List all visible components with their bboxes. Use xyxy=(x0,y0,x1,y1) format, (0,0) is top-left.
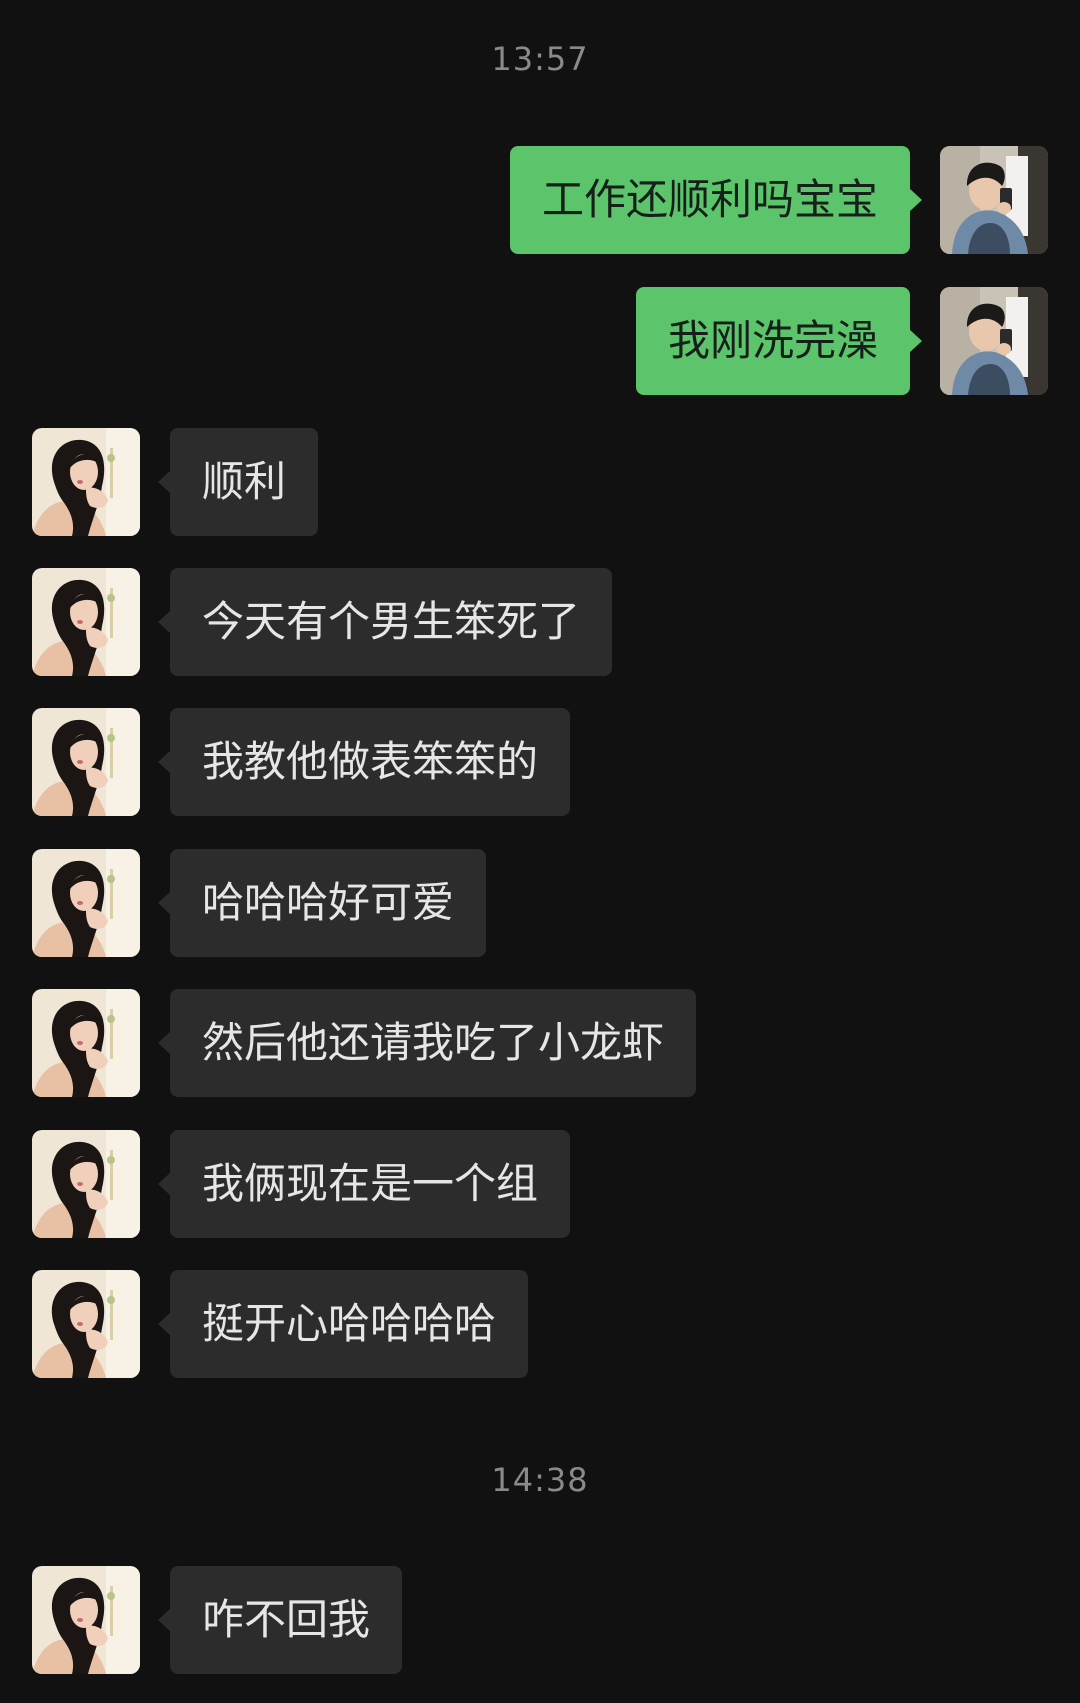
their-avatar-icon[interactable] xyxy=(32,989,140,1097)
message-bubble-incoming[interactable]: 我俩现在是一个组 xyxy=(170,1130,571,1238)
their-avatar-icon[interactable] xyxy=(32,1130,140,1238)
message-row-outgoing: 工作还顺利吗宝宝 xyxy=(0,146,1080,254)
their-avatar-icon[interactable] xyxy=(32,849,140,957)
their-avatar-icon[interactable] xyxy=(32,568,140,676)
message-bubble-incoming[interactable]: 哈哈哈好可爱 xyxy=(170,849,487,957)
message-bubble-incoming[interactable]: 然后他还请我吃了小龙虾 xyxy=(170,989,697,1097)
message-row-incoming: 我教他做表笨笨的 xyxy=(0,708,1080,816)
message-bubble-incoming[interactable]: 挺开心哈哈哈哈 xyxy=(170,1270,529,1378)
message-bubble-outgoing[interactable]: 工作还顺利吗宝宝 xyxy=(509,146,910,254)
their-avatar-icon[interactable] xyxy=(32,428,140,536)
bubble-tail xyxy=(909,329,922,353)
message-row-incoming: 顺利 xyxy=(0,428,1080,536)
message-bubble-incoming[interactable]: 顺利 xyxy=(170,428,319,536)
their-avatar-icon[interactable] xyxy=(32,1566,140,1674)
my-avatar-icon[interactable] xyxy=(940,146,1048,254)
message-bubble-outgoing[interactable]: 我刚洗完澡 xyxy=(635,287,910,395)
timestamp: 13:57 xyxy=(491,40,589,78)
message-bubble-incoming[interactable]: 今天有个男生笨死了 xyxy=(170,568,613,676)
message-row-incoming: 然后他还请我吃了小龙虾 xyxy=(0,989,1080,1097)
my-avatar-icon[interactable] xyxy=(940,287,1048,395)
message-bubble-incoming[interactable]: 我教他做表笨笨的 xyxy=(170,708,571,816)
message-row-incoming: 咋不回我 xyxy=(0,1566,1080,1674)
timestamp: 14:38 xyxy=(491,1461,589,1499)
message-row-incoming: 挺开心哈哈哈哈 xyxy=(0,1270,1080,1378)
bubble-tail xyxy=(909,188,922,212)
message-row-incoming: 哈哈哈好可爱 xyxy=(0,849,1080,957)
their-avatar-icon[interactable] xyxy=(32,1270,140,1378)
message-row-outgoing: 我刚洗完澡 xyxy=(0,287,1080,395)
message-bubble-incoming[interactable]: 咋不回我 xyxy=(170,1566,403,1674)
chat-window: 13:57 工作还顺利吗宝宝 我刚洗完澡 顺利 今天有个男生笨死了 我教他做表笨… xyxy=(0,0,1080,1703)
message-row-incoming: 我俩现在是一个组 xyxy=(0,1130,1080,1238)
their-avatar-icon[interactable] xyxy=(32,708,140,816)
message-row-incoming: 今天有个男生笨死了 xyxy=(0,568,1080,676)
